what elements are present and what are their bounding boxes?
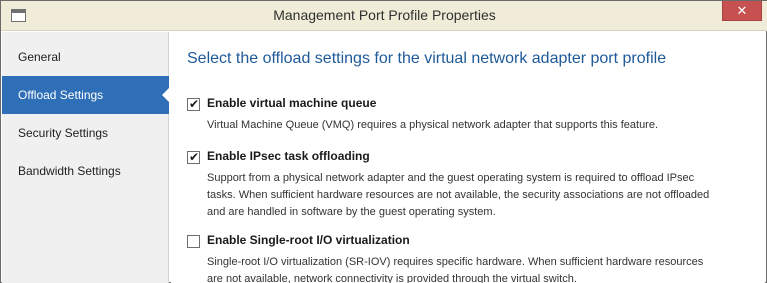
sidebar-item-offload-settings[interactable]: Offload Settings: [2, 76, 170, 114]
vmq-label[interactable]: Enable virtual machine queue: [207, 96, 376, 110]
sidebar-item-label: Offload Settings: [18, 88, 104, 102]
vmq-checkbox[interactable]: ✔: [187, 97, 200, 111]
check-icon: ✔: [188, 97, 200, 111]
page-title: Select the offload settings for the virt…: [187, 50, 667, 67]
sidebar-item-security-settings[interactable]: Security Settings: [2, 114, 169, 152]
close-button[interactable]: ✕: [722, 1, 762, 21]
title-bar[interactable]: Management Port Profile Properties ✕: [1, 1, 767, 31]
sidebar-item-label: Security Settings: [18, 126, 109, 140]
selected-arrow-icon: [162, 87, 170, 103]
sidebar-item-bandwidth-settings[interactable]: Bandwidth Settings: [2, 152, 169, 190]
ipsec-checkbox[interactable]: ✔: [187, 150, 200, 164]
ipsec-description: Support from a physical network adapter …: [207, 172, 710, 218]
properties-window: Management Port Profile Properties ✕ Gen…: [0, 0, 767, 283]
check-icon: ✔: [188, 150, 200, 164]
sidebar-item-label: General: [18, 50, 61, 64]
content-pane: Select the offload settings for the virt…: [171, 32, 757, 283]
sriov-description: Single-root I/O virtualization (SR-IOV) …: [207, 256, 704, 283]
ipsec-label[interactable]: Enable IPsec task offloading: [207, 149, 370, 163]
sriov-label[interactable]: Enable Single-root I/O virtualization: [207, 233, 410, 247]
sidebar-item-label: Bandwidth Settings: [18, 164, 121, 178]
sidebar-nav: General Offload Settings Security Settin…: [2, 32, 170, 283]
window-title: Management Port Profile Properties: [273, 7, 496, 23]
vmq-description: Virtual Machine Queue (VMQ) requires a p…: [207, 119, 659, 131]
sidebar-item-general[interactable]: General: [2, 38, 169, 76]
vertical-scrollbar[interactable]: [755, 32, 765, 283]
sriov-checkbox[interactable]: [187, 235, 200, 248]
